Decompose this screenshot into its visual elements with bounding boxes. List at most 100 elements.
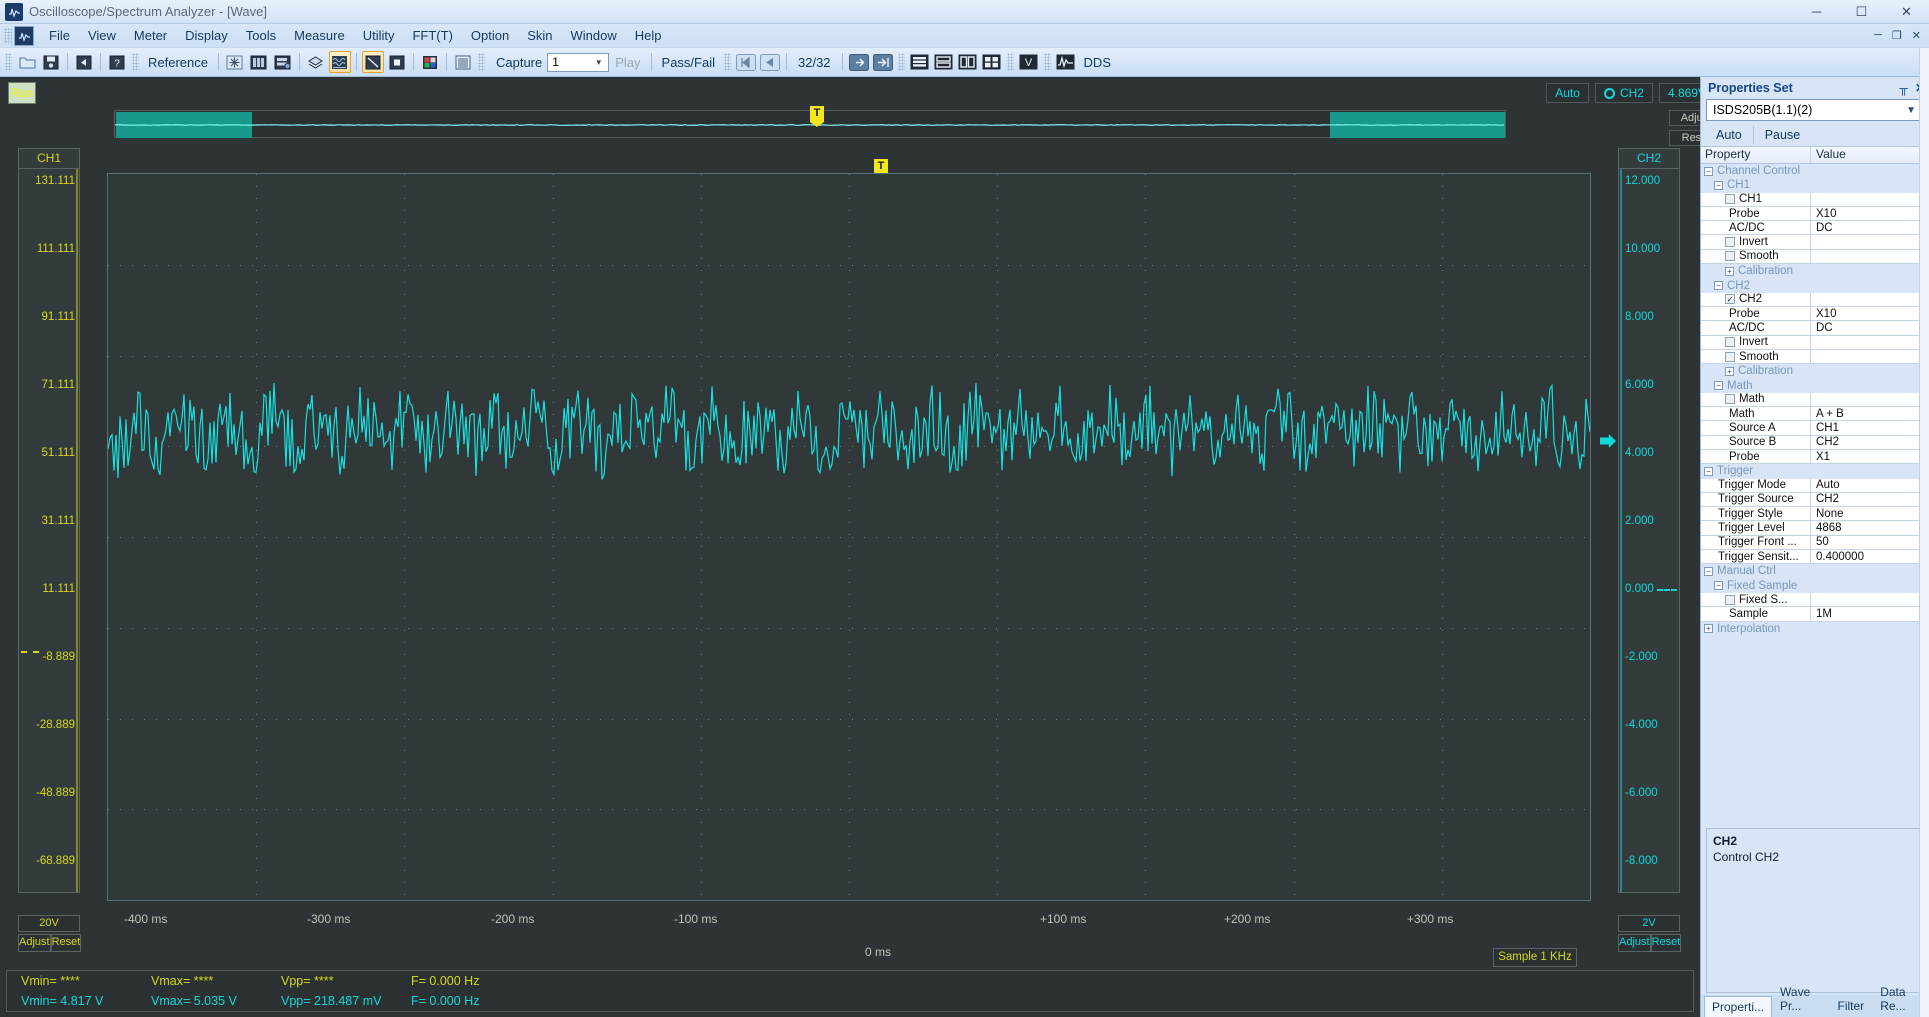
property-value-cell[interactable]: Auto [1811, 478, 1929, 493]
play-button[interactable]: Play [609, 55, 646, 70]
window-scroll-strip[interactable] [1919, 48, 1929, 1017]
chevron-down-icon[interactable]: ▼ [591, 54, 606, 71]
collapse-icon[interactable]: − [1714, 180, 1723, 190]
property-row[interactable]: − CH2 [1701, 278, 1929, 292]
menu-item-fft[interactable]: FFT(T) [403, 25, 461, 46]
sample-rate-badge[interactable]: Sample 1 KHz [1493, 948, 1577, 967]
chevron-down-icon[interactable]: ▼ [1906, 105, 1916, 116]
doc-restore-button[interactable]: ❐ [1892, 29, 1902, 42]
property-row[interactable]: Smooth [1701, 249, 1929, 265]
property-row[interactable]: − Trigger [1701, 464, 1929, 478]
collapse-icon[interactable]: − [1714, 281, 1723, 291]
property-row[interactable]: + Calibration [1701, 364, 1929, 378]
property-value-cell[interactable] [1811, 249, 1929, 265]
checkbox[interactable] [1725, 194, 1735, 205]
property-row[interactable]: Sample 1M [1701, 607, 1929, 622]
property-value-cell[interactable]: 0.400000 [1811, 550, 1929, 565]
layers-icon[interactable] [305, 51, 327, 73]
collapse-icon[interactable]: − [1714, 381, 1723, 391]
property-value-cell[interactable] [1811, 292, 1929, 307]
device-select[interactable]: ISDS205B(1.1)(2) ▼ [1706, 99, 1924, 121]
property-value-cell[interactable] [1811, 335, 1929, 350]
passfail-button[interactable]: Pass/Fail [656, 55, 721, 70]
ch2-vertical-scale[interactable]: CH2 12.000 10.000 8.000 6.000 4.000 2.00… [1618, 148, 1680, 893]
toolbar-grip-4[interactable] [724, 53, 731, 71]
toolbar-grip-2[interactable] [132, 53, 139, 71]
checkbox[interactable] [1725, 594, 1735, 605]
maximize-button[interactable]: ☐ [1839, 0, 1884, 24]
collapse-icon[interactable]: − [1704, 166, 1713, 176]
skip-last-icon[interactable] [872, 51, 894, 73]
property-value-cell[interactable] [1811, 392, 1929, 408]
property-value-cell[interactable]: 50 [1811, 535, 1929, 551]
open-folder-icon[interactable] [16, 51, 38, 73]
run-button[interactable]: Run [8, 82, 36, 104]
property-row[interactable]: Trigger Style None [1701, 507, 1929, 522]
bottom-tab-properties[interactable]: Properti... [1704, 996, 1773, 1017]
property-value-cell[interactable]: A + B [1811, 407, 1929, 422]
filled-square-icon[interactable] [386, 51, 408, 73]
rows-view-icon[interactable] [933, 51, 955, 73]
bottom-tab-wave-properties[interactable]: Wave Pr... [1772, 981, 1829, 1017]
property-value-cell[interactable] [1811, 592, 1929, 608]
menu-item-file[interactable]: File [40, 25, 79, 46]
toolbar-grip-5[interactable] [897, 53, 905, 71]
tab-pause[interactable]: Pause [1754, 126, 1811, 144]
property-row[interactable]: Smooth [1701, 349, 1929, 365]
quad-view-icon[interactable] [981, 51, 1003, 73]
property-row[interactable]: Invert [1701, 335, 1929, 350]
toolbar-grip-1[interactable] [5, 53, 12, 71]
menu-item-window[interactable]: Window [562, 25, 626, 46]
checkbox[interactable] [1725, 251, 1735, 262]
grid-layout-icon[interactable] [272, 51, 294, 73]
menu-item-view[interactable]: View [79, 25, 125, 46]
property-row[interactable]: − Channel Control [1701, 164, 1929, 178]
dds-label[interactable]: DDS [1078, 55, 1117, 70]
property-value-cell[interactable] [1811, 378, 1929, 392]
toolbar-grip-6[interactable] [1006, 53, 1014, 71]
trigger-mode-badge[interactable]: Auto [1546, 83, 1589, 103]
next-icon[interactable] [848, 51, 870, 73]
ch1-range-value[interactable]: 20V [18, 915, 80, 932]
property-value-cell[interactable] [1811, 235, 1929, 250]
dual-view-icon[interactable] [957, 51, 979, 73]
document-waveform-icon[interactable] [14, 25, 34, 46]
voltmeter-icon[interactable]: V [1018, 51, 1040, 73]
collapse-icon[interactable]: − [1714, 581, 1723, 591]
property-value-cell[interactable] [1811, 364, 1929, 378]
back-arrow-icon[interactable] [73, 51, 95, 73]
property-row[interactable]: + Interpolation [1701, 622, 1929, 636]
property-row[interactable]: Source A CH1 [1701, 421, 1929, 436]
property-value-cell[interactable]: DC [1811, 321, 1929, 336]
property-value-cell[interactable]: None [1811, 507, 1929, 522]
menu-item-measure[interactable]: Measure [285, 25, 354, 46]
checkbox[interactable] [1725, 237, 1735, 248]
property-row[interactable]: Probe X10 [1701, 206, 1929, 222]
property-value-cell[interactable]: CH2 [1811, 435, 1929, 450]
ch2-range-value[interactable]: 2V [1618, 915, 1680, 932]
toolbar-grip-7[interactable] [1043, 53, 1051, 71]
waveform-plot[interactable] [107, 173, 1591, 901]
property-row[interactable]: Source B CH2 [1701, 435, 1929, 450]
property-row[interactable]: − Math [1701, 378, 1929, 392]
property-row[interactable]: AC/DC DC [1701, 221, 1929, 236]
property-row[interactable]: Probe X10 [1701, 306, 1929, 322]
prev-icon[interactable] [759, 51, 781, 73]
property-value-cell[interactable]: X1 [1811, 449, 1929, 465]
property-row[interactable]: Trigger Sensit... 0.400000 [1701, 550, 1929, 565]
pin-icon[interactable]: ╥ [1899, 81, 1908, 95]
ch2-reset-button[interactable]: Reset [1650, 934, 1682, 952]
menu-item-tools[interactable]: Tools [237, 25, 285, 46]
menu-grip[interactable] [4, 27, 12, 44]
property-row[interactable]: Fixed S... [1701, 592, 1929, 608]
property-row[interactable]: Math [1701, 392, 1929, 408]
save-disk-icon[interactable] [40, 51, 62, 73]
property-row[interactable]: + Calibration [1701, 264, 1929, 278]
capture-input[interactable]: 1 ▼ [547, 52, 610, 72]
reference-button[interactable]: Reference [142, 55, 214, 70]
property-row[interactable]: Trigger Source CH2 [1701, 492, 1929, 508]
trigger-marker-overview[interactable]: T [810, 106, 824, 127]
color-palette-icon[interactable] [419, 51, 441, 73]
channel-badge[interactable]: CH2 [1594, 83, 1653, 103]
property-value-cell[interactable] [1811, 178, 1929, 192]
